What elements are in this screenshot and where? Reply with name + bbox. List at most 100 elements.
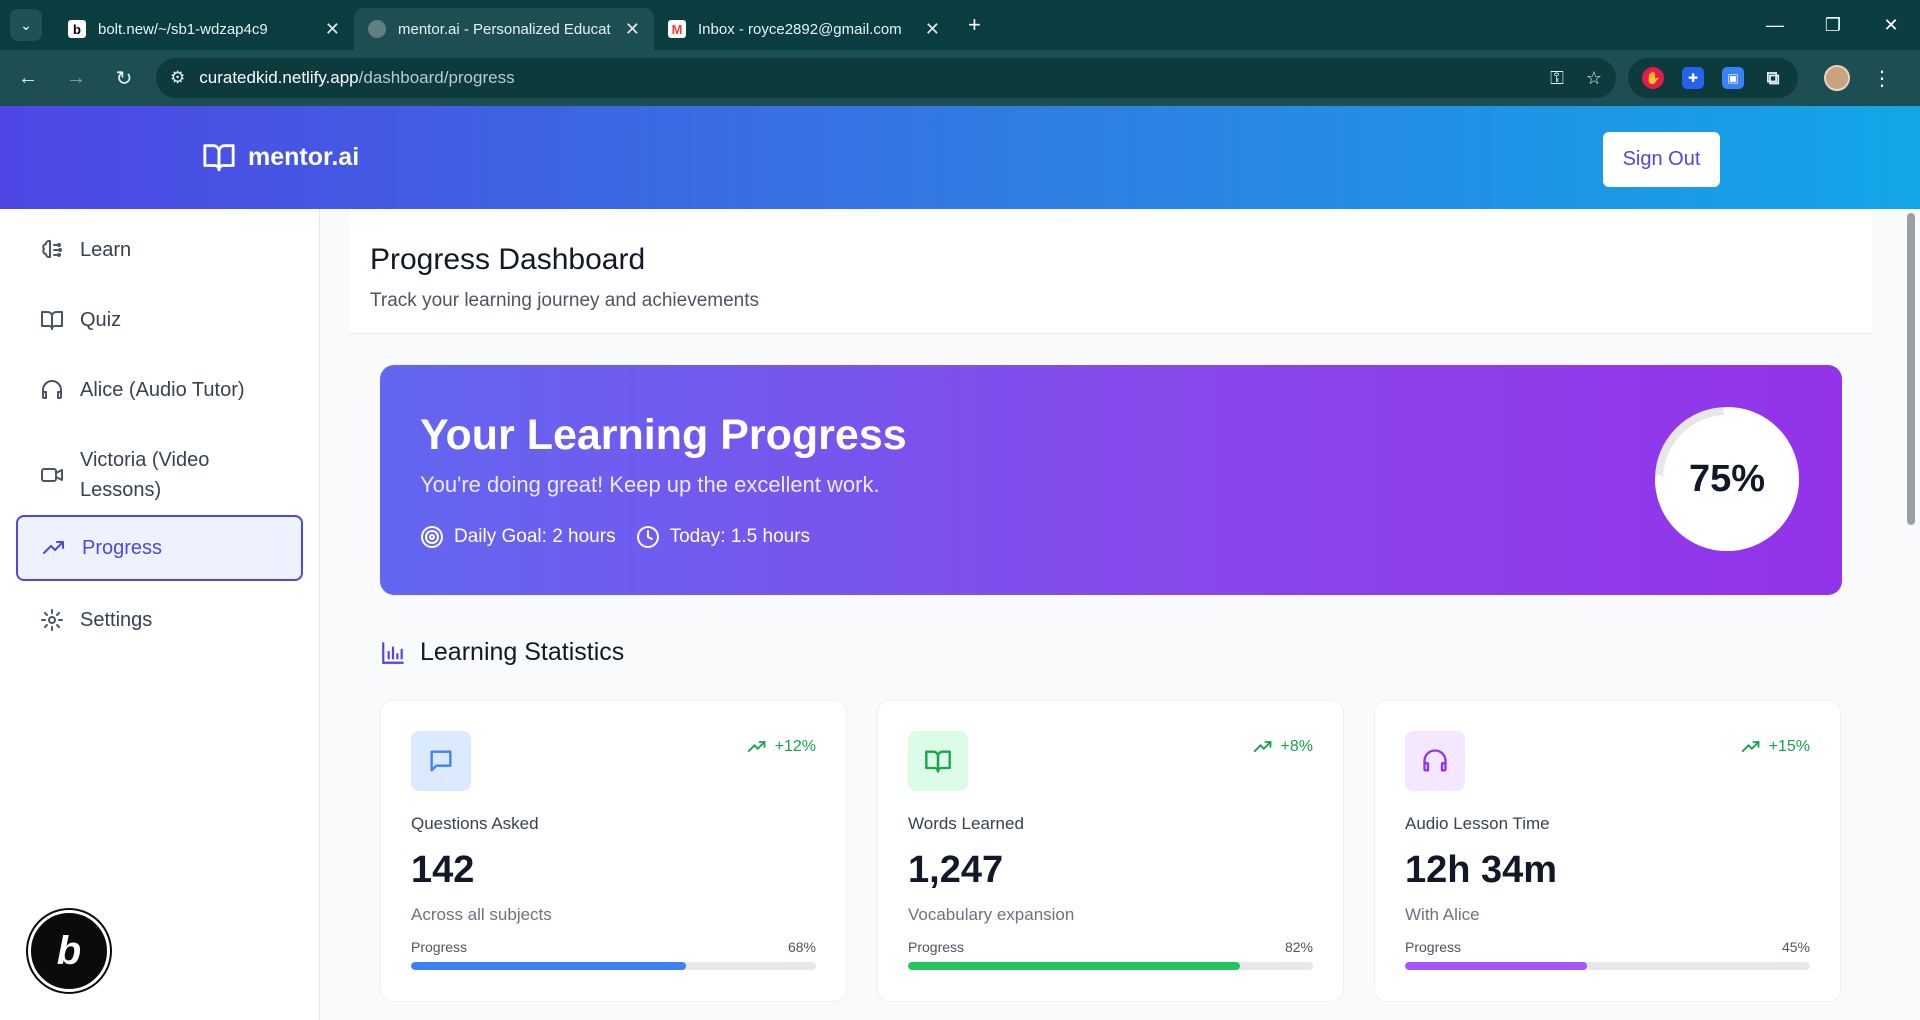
gmail-icon: M [668,20,686,38]
stat-label: Audio Lesson Time [1405,814,1550,833]
avatar[interactable] [1824,65,1850,91]
bolt-icon: b [68,20,86,38]
progress-value: 82% [1284,939,1313,955]
video-icon [41,468,63,482]
restore-icon[interactable]: ❐ [1804,0,1862,50]
progress-value: 45% [1781,939,1810,955]
address-bar[interactable]: ⚙ curatedkid.netlify.app/dashboard/progr… [156,58,1616,98]
stat-value: 12h 34m [1405,849,1558,891]
tab-title: Inbox - royce2892@gmail.com [698,20,902,38]
minimize-icon[interactable]: — [1746,0,1804,50]
stat-desc: Across all subjects [411,905,552,924]
target-icon [421,526,443,548]
site-settings-icon[interactable]: ⚙ [170,68,185,88]
page-subtitle: Track your learning journey and achievem… [370,290,759,311]
tab-title: bolt.new/~/sb1-wdzap4c9 [98,20,268,38]
sidebar-item-quiz[interactable]: Quiz [16,295,303,345]
browser-tab[interactable]: b bolt.new/~/sb1-wdzap4c9 ✕ [54,8,354,50]
sidebar-item-label: Settings [80,608,153,631]
progress-bar-fill [411,962,687,970]
brain-icon [42,240,62,258]
sidebar-item-audio-tutor[interactable]: Alice (Audio Tutor) [16,365,303,415]
bar-chart-icon [382,641,404,664]
bolt-badge-icon[interactable]: b [28,910,110,992]
hero-title: Your Learning Progress [420,411,907,459]
reload-icon[interactable]: ↻ [104,58,144,98]
sign-out-button[interactable]: Sign Out [1603,132,1720,187]
close-window-icon[interactable]: ✕ [1862,0,1920,50]
book-open-icon [203,144,235,172]
progress-bar-fill [1405,962,1588,970]
brand-logo[interactable]: mentor.ai [200,140,359,174]
close-icon[interactable]: ✕ [325,19,340,40]
stat-desc: Vocabulary expansion [908,905,1075,924]
scrollbar-thumb[interactable] [1907,213,1915,525]
sidebar-item-learn[interactable]: Learn [16,225,303,275]
clock-icon [636,526,659,548]
trend-badge: +12% [747,737,816,757]
stat-desc: With Alice [1405,905,1480,924]
brand-name: mentor.ai [248,142,360,171]
stat-card-questions: +12% Questions Asked 142 Across all subj… [380,700,847,1002]
back-icon[interactable]: ← [8,58,48,98]
today-time: Today: 1.5 hours [636,525,810,549]
trend-badge: +8% [1253,737,1313,757]
progress-value: 68% [787,939,816,955]
progress-bar [411,962,816,970]
window-controls: — ❐ ✕ [1746,0,1920,50]
extension-icon[interactable]: ▣ [1722,67,1744,89]
key-icon[interactable]: ⚿ [1550,68,1564,89]
progress-label: Progress [411,939,468,955]
tab-search-button[interactable]: ⌄ [10,9,42,41]
progress-bar [1405,962,1810,970]
url-host: curatedkid.netlify.app [199,68,359,87]
headphones-icon [1405,731,1465,791]
sidebar-item-video-lessons[interactable]: Victoria (Video Lessons) [16,435,303,515]
trend-text: +15% [1768,738,1810,755]
browser-tab-active[interactable]: mentor.ai - Personalized Educat ✕ [354,8,654,50]
star-icon[interactable]: ☆ [1586,68,1602,89]
url-path: /dashboard/progress [358,68,515,87]
close-icon[interactable]: ✕ [925,19,940,40]
forward-icon[interactable]: → [56,58,96,98]
page-header: Progress Dashboard Track your learning j… [350,209,1872,334]
stat-label: Words Learned [908,814,1024,833]
stats-heading-text: Learning Statistics [420,638,625,666]
progress-hero-banner: Your Learning Progress You're doing grea… [380,365,1842,595]
tab-title: mentor.ai - Personalized Educat [398,20,611,38]
trending-up-icon [43,541,64,554]
progress-bar [908,962,1313,970]
browser-toolbar: ← → ↻ ⚙ curatedkid.netlify.app/dashboard… [0,50,1920,106]
daily-goal: Daily Goal: 2 hours [420,525,616,549]
sidebar-item-label: Learn [80,238,132,261]
trend-badge: +15% [1741,737,1810,757]
sidebar-item-label: Alice (Audio Tutor) [80,378,245,401]
page-scrollbar[interactable] [1902,209,1920,1020]
browser-tab-bar: ⌄ b bolt.new/~/sb1-wdzap4c9 ✕ mentor.ai … [0,0,1920,50]
progress-label: Progress [1405,939,1462,955]
stat-label: Questions Asked [411,814,539,833]
more-menu-icon[interactable]: ⋮ [1872,66,1892,91]
stat-value: 1,247 [908,849,1004,891]
adblock-extension-icon[interactable]: ✋ [1642,67,1664,89]
book-open-icon [908,731,968,791]
close-icon[interactable]: ✕ [625,19,640,40]
extension-icon[interactable]: ✚ [1682,67,1704,89]
sidebar-item-progress[interactable]: Progress [16,515,303,581]
sidebar-item-label: Victoria (Video Lessons) [80,449,210,501]
page-title: Progress Dashboard [370,243,646,276]
hero-meta: Daily Goal: 2 hours Today: 1.5 hours [420,525,830,549]
hero-subtitle: You're doing great! Keep up the excellen… [420,472,880,497]
sidebar-item-label: Progress [82,536,163,559]
trending-up-icon [1253,741,1271,753]
gear-icon [41,609,63,631]
stat-card-audio-time: +15% Audio Lesson Time 12h 34m With Alic… [1374,700,1841,1002]
puzzle-icon[interactable]: ⧉ [1762,67,1784,89]
trending-up-icon [1741,741,1760,753]
sidebar-item-settings[interactable]: Settings [16,595,303,645]
new-tab-button[interactable]: + [968,12,981,38]
browser-tab[interactable]: M Inbox - royce2892@gmail.com ✕ [654,8,954,50]
message-icon [411,731,471,791]
stat-card-words: +8% Words Learned 1,247 Vocabulary expan… [877,700,1344,1002]
headphones-icon [42,380,62,399]
